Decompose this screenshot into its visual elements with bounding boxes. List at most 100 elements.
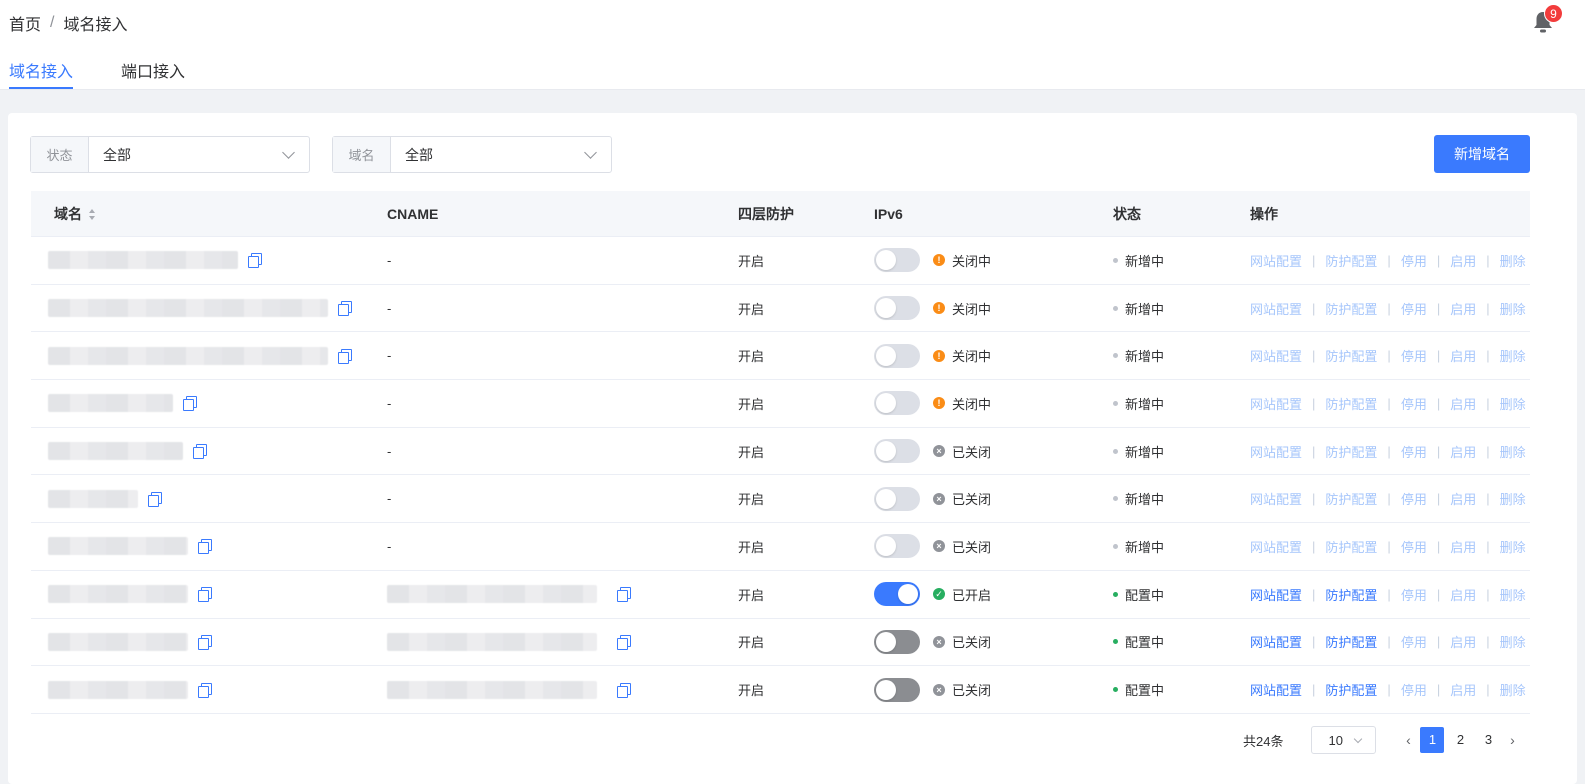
copy-icon[interactable] [198, 587, 212, 603]
ipv6-toggle[interactable] [874, 343, 920, 368]
op-2[interactable]: 停用 [1401, 632, 1427, 651]
domain-redacted [48, 251, 238, 270]
ipv6-status-text: 关闭中 [952, 253, 992, 269]
op-0[interactable]: 网站配置 [1250, 394, 1302, 413]
op-3[interactable]: 启用 [1450, 489, 1476, 508]
op-1[interactable]: 防护配置 [1325, 299, 1377, 318]
ipv6-toggle[interactable] [874, 629, 920, 654]
op-4[interactable]: 删除 [1500, 632, 1526, 651]
tab-domain-access[interactable]: 域名接入 [9, 58, 74, 89]
copy-icon[interactable] [183, 396, 197, 412]
op-4[interactable]: 删除 [1500, 585, 1526, 604]
op-0[interactable]: 网站配置 [1250, 537, 1302, 556]
op-3[interactable]: 启用 [1450, 442, 1476, 461]
breadcrumb-home[interactable]: 首页 [9, 11, 41, 35]
op-4[interactable]: 删除 [1500, 394, 1526, 413]
status-filter-select[interactable]: 全部 [89, 137, 309, 172]
ipv6-status: × 已关闭 [933, 632, 991, 651]
op-3[interactable]: 启用 [1450, 537, 1476, 556]
op-0[interactable]: 网站配置 [1250, 632, 1302, 651]
ipv6-toggle[interactable] [874, 391, 920, 416]
op-1[interactable]: 防护配置 [1325, 442, 1377, 461]
op-3[interactable]: 启用 [1450, 299, 1476, 318]
op-4[interactable]: 删除 [1500, 442, 1526, 461]
ipv6-toggle[interactable] [874, 582, 920, 607]
op-4[interactable]: 删除 [1500, 537, 1526, 556]
op-4[interactable]: 删除 [1500, 489, 1526, 508]
page-3[interactable]: 3 [1476, 727, 1500, 753]
copy-icon[interactable] [248, 253, 262, 269]
op-4[interactable]: 删除 [1500, 346, 1526, 365]
op-0[interactable]: 网站配置 [1250, 299, 1302, 318]
copy-icon[interactable] [617, 587, 631, 603]
op-0[interactable]: 网站配置 [1250, 489, 1302, 508]
op-1[interactable]: 防护配置 [1325, 489, 1377, 508]
op-2[interactable]: 停用 [1401, 394, 1427, 413]
ipv6-toggle[interactable] [874, 296, 920, 321]
op-1[interactable]: 防护配置 [1325, 346, 1377, 365]
op-3[interactable]: 启用 [1450, 394, 1476, 413]
op-1[interactable]: 防护配置 [1325, 632, 1377, 651]
copy-icon[interactable] [148, 491, 162, 507]
status-filter[interactable]: 状态 全部 [30, 136, 310, 173]
op-0[interactable]: 网站配置 [1250, 442, 1302, 461]
op-3[interactable]: 启用 [1450, 346, 1476, 365]
table-row: - 开启 × 已关闭 新增中 网站配置 | 防护配置 | 停用 | 启用 | 删除 [31, 523, 1530, 571]
op-3[interactable]: 启用 [1450, 585, 1476, 604]
op-2[interactable]: 停用 [1401, 251, 1427, 270]
copy-icon[interactable] [617, 634, 631, 650]
ipv6-toggle[interactable] [874, 534, 920, 559]
notification-button[interactable]: 9 [1532, 4, 1563, 36]
op-0[interactable]: 网站配置 [1250, 346, 1302, 365]
ipv6-cell: ! 关闭中 [874, 285, 991, 332]
ipv6-toggle[interactable] [874, 677, 920, 702]
page-size-select[interactable]: 10 [1311, 726, 1377, 754]
op-2[interactable]: 停用 [1401, 442, 1427, 461]
copy-icon[interactable] [193, 444, 207, 460]
op-1[interactable]: 防护配置 [1325, 680, 1377, 699]
copy-icon[interactable] [617, 682, 631, 698]
copy-icon[interactable] [198, 539, 212, 555]
op-0[interactable]: 网站配置 [1250, 251, 1302, 270]
sort-icon[interactable] [88, 209, 96, 221]
status-text: 配置中 [1125, 635, 1165, 651]
ipv6-toggle[interactable] [874, 486, 920, 511]
op-1[interactable]: 防护配置 [1325, 585, 1377, 604]
op-0[interactable]: 网站配置 [1250, 585, 1302, 604]
op-2[interactable]: 停用 [1401, 299, 1427, 318]
op-1[interactable]: 防护配置 [1325, 394, 1377, 413]
op-4[interactable]: 删除 [1500, 680, 1526, 699]
op-2[interactable]: 停用 [1401, 680, 1427, 699]
op-2[interactable]: 停用 [1401, 346, 1427, 365]
op-4[interactable]: 删除 [1500, 251, 1526, 270]
add-domain-button[interactable]: 新增域名 [1434, 135, 1530, 173]
page-2[interactable]: 2 [1448, 727, 1472, 753]
copy-icon[interactable] [338, 301, 352, 317]
table-row: - 开启 × 已关闭 新增中 网站配置 | 防护配置 | 停用 | 启用 | 删除 [31, 475, 1530, 524]
copy-icon[interactable] [338, 348, 352, 364]
op-2[interactable]: 停用 [1401, 489, 1427, 508]
op-2[interactable]: 停用 [1401, 537, 1427, 556]
header-domain[interactable]: 域名 [54, 191, 96, 237]
op-3[interactable]: 启用 [1450, 632, 1476, 651]
l4-protection-value: 开启 [738, 396, 765, 412]
prev-page-icon[interactable]: ‹ [1398, 732, 1418, 748]
domain-cell [48, 619, 212, 666]
domain-filter[interactable]: 域名 全部 [332, 136, 612, 173]
op-1[interactable]: 防护配置 [1325, 251, 1377, 270]
domain-filter-select[interactable]: 全部 [391, 137, 611, 172]
op-0[interactable]: 网站配置 [1250, 680, 1302, 699]
ipv6-toggle[interactable] [874, 439, 920, 464]
page-1[interactable]: 1 [1420, 727, 1445, 753]
tab-port-access[interactable]: 端口接入 [121, 58, 185, 89]
op-3[interactable]: 启用 [1450, 680, 1476, 699]
copy-icon[interactable] [198, 682, 212, 698]
status-cell: 新增中 [1113, 332, 1164, 379]
op-4[interactable]: 删除 [1500, 299, 1526, 318]
op-3[interactable]: 启用 [1450, 251, 1476, 270]
op-2[interactable]: 停用 [1401, 585, 1427, 604]
next-page-icon[interactable]: › [1502, 732, 1522, 748]
ipv6-toggle[interactable] [874, 248, 920, 273]
op-1[interactable]: 防护配置 [1325, 537, 1377, 556]
copy-icon[interactable] [198, 634, 212, 650]
